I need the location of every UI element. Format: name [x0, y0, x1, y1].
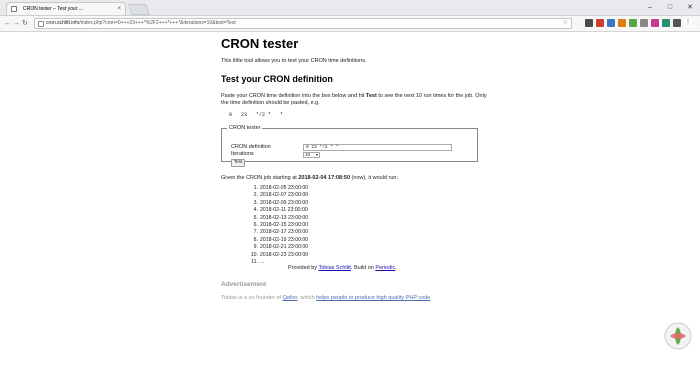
cron-tester-form: CRON tester CRON definition 0 23 */2 * *… [221, 125, 478, 167]
iterations-select[interactable]: 10 ▾ [303, 152, 320, 158]
reload-icon[interactable]: ↻ [22, 19, 28, 28]
cron-definition-label: CRON definition [231, 144, 271, 150]
extension-icon[interactable] [618, 19, 626, 27]
run-times-list: 1. 2018-02-05 23:00:00 2. 2018-02-07 23:00… [247, 185, 308, 266]
list-item: 9. 2018-02-21 23:00:00 [247, 244, 309, 251]
browser-tab[interactable]: CRON tester – Test your ... × [6, 2, 126, 15]
extension-icon[interactable] [640, 19, 648, 27]
window-controls: – □ ✕ [640, 0, 700, 15]
ad-mid: , which [297, 295, 317, 301]
cron-example: 0 23 */2 * * [229, 112, 284, 118]
close-window-button[interactable]: ✕ [680, 0, 700, 15]
start-time: 2018-02-04 17:08:50 [298, 175, 351, 181]
list-item: 7. 2018-02-17 23:00:00 [247, 229, 309, 236]
advertisement-text: Tobias is a co-founder of Qafoo, which h… [221, 295, 432, 301]
intro-text: This little tool allows you to test your… [221, 58, 367, 64]
ad-pre: Tobias is a co-founder of [221, 295, 283, 301]
run-time: ... [260, 259, 265, 266]
extension-icon[interactable] [585, 19, 593, 27]
maximize-button[interactable]: □ [660, 0, 680, 15]
provided-pre: Provided by [288, 265, 319, 271]
company-link[interactable]: Qafoo [282, 295, 297, 301]
extension-icon[interactable] [673, 19, 681, 27]
iterations-value: 10 [305, 152, 311, 157]
list-item: 2. 2018-02-07 23:00:00 [247, 192, 309, 199]
bookmark-star-icon[interactable]: ☆ [563, 19, 568, 28]
new-tab-button[interactable] [127, 4, 151, 15]
provided-by: Provided by Tobias Schlitt. Build on Per… [288, 265, 397, 271]
results-intro-pre: Given the CRON job starting at [221, 175, 299, 181]
adblock-icon[interactable] [596, 19, 604, 27]
ad-post: . [430, 295, 432, 301]
list-item-number: 6. [253, 222, 258, 229]
browser-tab-strip: CRON tester – Test your ... × – □ ✕ [0, 0, 700, 16]
list-item-number: 7. [253, 229, 258, 236]
instructions-bold: Test [365, 93, 377, 99]
results-intro-post: (now), it would run: [350, 175, 399, 181]
back-arrow-icon[interactable]: ← [4, 19, 11, 28]
extension-icon[interactable] [629, 19, 637, 27]
run-time: 2018-02-05 23:00:00 [260, 185, 309, 191]
list-item-number: 11. [251, 259, 258, 266]
tab-title: CRON tester – Test your ... [23, 6, 83, 12]
list-item-number: 4. [253, 207, 258, 214]
section-heading: Test your CRON definition [221, 74, 333, 84]
browser-toolbar: ← → ↻ cron.schlitt.info/index.php?cron=0… [0, 16, 700, 32]
list-item: 5. 2018-02-13 23:00:00 [247, 214, 309, 222]
run-time: 2018-02-09 23:00:00 [260, 199, 309, 206]
run-time: 2018-02-11 23:00:00 [260, 207, 308, 214]
list-item-number: 8. [253, 236, 258, 243]
page-favicon-icon [11, 6, 17, 12]
run-time: 2018-02-19 23:00:00 [260, 236, 309, 243]
iterations-label: Iterations [231, 151, 254, 157]
forward-arrow-icon[interactable]: → [13, 19, 20, 28]
list-item: 8. 2018-02-19 23:00:00 [247, 236, 309, 244]
form-legend: CRON tester [229, 125, 261, 131]
author-link[interactable]: Tobias Schlitt [318, 265, 350, 271]
list-item-number: 5. [253, 214, 258, 221]
list-item: 1. 2018-02-05 23:00:00 [247, 185, 309, 192]
close-tab-icon[interactable]: × [117, 3, 121, 15]
run-time: 2018-02-07 23:00:00 [260, 192, 309, 199]
run-time: 2018-02-15 23:00:00 [260, 222, 309, 229]
test-button[interactable]: Test [231, 159, 246, 167]
extension-icon[interactable] [651, 19, 659, 27]
list-item-number: 3. [253, 199, 258, 206]
results-intro: Given the CRON job starting at 2018-02-0… [221, 175, 398, 181]
page-info-icon[interactable] [38, 21, 44, 27]
cron-definition-input[interactable]: 0 23 */2 * * [303, 144, 452, 151]
list-item-number: 9. [253, 244, 258, 251]
provided-post: . [395, 265, 397, 271]
provided-mid: . Build on [350, 265, 376, 271]
list-item: 4. 2018-02-11 23:00:00 [247, 207, 308, 214]
list-item-number: 1. [253, 185, 258, 191]
chevron-down-icon: ▾ [315, 152, 318, 157]
run-time: 2018-02-13 23:00:00 [260, 214, 309, 221]
menu-dots-icon[interactable]: ⋮ [684, 19, 692, 27]
instructions-pre: Paste your CRON time definition into the… [221, 93, 366, 99]
list-item: 10. 2018-02-23 23:00:00 [247, 252, 308, 259]
list-item: 3. 2018-02-09 23:00:00 [247, 199, 309, 207]
instructions-text: Paste your CRON time definition into the… [221, 93, 491, 107]
run-time: 2018-02-23 23:00:00 [260, 251, 309, 258]
run-time: 2018-02-17 23:00:00 [260, 229, 309, 236]
list-item-number: 2. [253, 192, 258, 199]
run-time: 2018-02-21 23:00:00 [260, 244, 309, 251]
list-item: 6. 2018-02-15 23:00:00 [247, 222, 309, 229]
extension-icons: ⋮ [585, 19, 692, 27]
framework-link[interactable]: Periodic [375, 265, 395, 271]
extension-icon[interactable] [607, 19, 615, 27]
advertisement-heading: Advertisement [221, 281, 267, 288]
url-path: /index.php?cron=0+++23+++*%2F2+++*+++*&i… [79, 20, 236, 26]
page-viewport: CRON tester This little tool allows you … [0, 32, 700, 365]
address-bar[interactable]: cron.schlitt.info/index.php?cron=0+++23+… [34, 18, 572, 29]
page-title: CRON tester [221, 36, 299, 51]
list-item-number: 10. [250, 251, 258, 258]
extension-icon[interactable] [662, 19, 670, 27]
minimize-button[interactable]: – [640, 0, 660, 15]
watermark-logo-icon [664, 322, 692, 350]
ad-link[interactable]: helps people to produce high quality PHP… [316, 295, 430, 301]
url-host: cron.schlitt.info [46, 20, 80, 26]
